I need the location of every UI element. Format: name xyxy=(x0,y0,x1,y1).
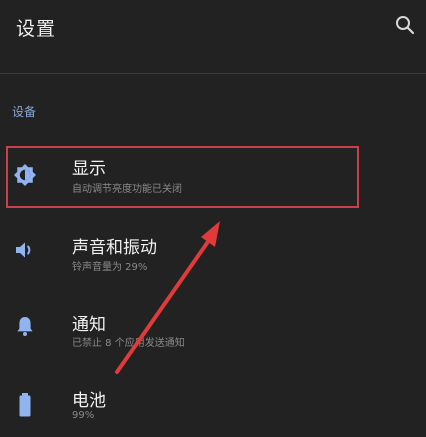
search-button[interactable] xyxy=(392,10,418,40)
annotation-arrow xyxy=(115,221,220,374)
search-icon xyxy=(396,16,415,35)
settings-item-title: 电池 xyxy=(72,391,106,411)
brightness-icon xyxy=(12,162,38,188)
settings-item-title: 显示 xyxy=(72,159,106,179)
bell-icon xyxy=(12,313,38,339)
settings-item-subtitle: 已禁止 8 个应用发送通知 xyxy=(72,338,185,349)
settings-item-notifications[interactable]: 通知 已禁止 8 个应用发送通知 xyxy=(0,298,426,362)
settings-item-display[interactable]: 显示 自动调节亮度功能已关闭 xyxy=(0,146,426,210)
settings-item-subtitle: 铃声音量为 29% xyxy=(72,262,148,273)
settings-item-battery[interactable]: 电池 99% xyxy=(0,378,426,437)
settings-item-title: 通知 xyxy=(72,315,106,335)
settings-item-sound[interactable]: 声音和振动 铃声音量为 29% xyxy=(0,221,426,285)
settings-item-subtitle: 自动调节亮度功能已关闭 xyxy=(72,184,182,195)
volume-icon xyxy=(12,237,38,263)
settings-screen: 设置 设备 显示 自动调节亮度功能已关闭 声音和振动 铃声音量为 29% 通知 … xyxy=(0,0,426,437)
divider xyxy=(0,73,426,74)
page-title: 设置 xyxy=(16,18,57,40)
battery-icon xyxy=(12,392,38,418)
settings-item-subtitle: 99% xyxy=(72,410,95,421)
settings-item-title: 声音和振动 xyxy=(72,238,157,258)
section-header: 设备 xyxy=(12,105,37,119)
app-bar: 设置 xyxy=(0,0,426,58)
